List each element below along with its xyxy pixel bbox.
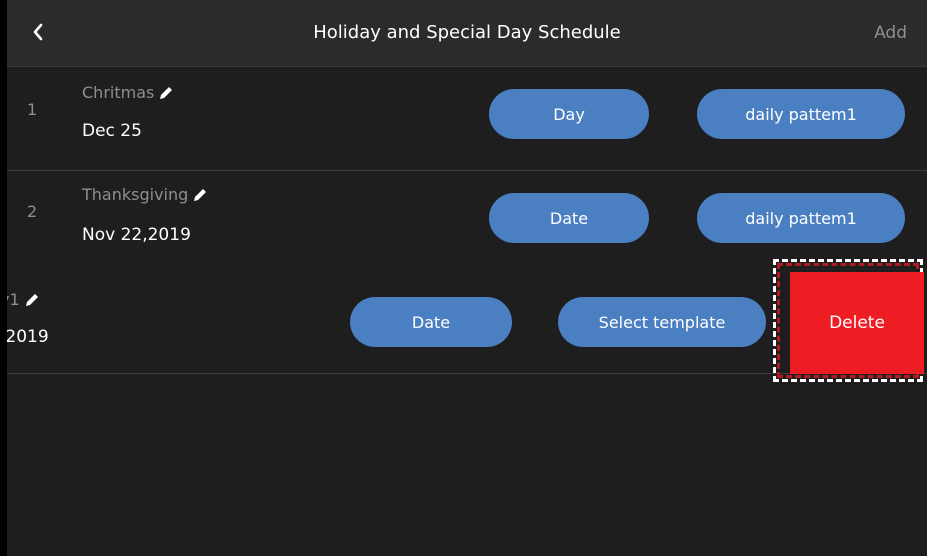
pencil-icon[interactable] [192, 187, 208, 203]
holiday-name-label: y1 [7, 290, 20, 309]
holiday-name-label: Chritmas [82, 83, 155, 102]
holiday-date: ,2019 [7, 327, 49, 347]
pattern-button[interactable]: daily pattem1 [697, 89, 905, 139]
add-button[interactable]: Add [874, 0, 907, 66]
pencil-icon[interactable] [24, 292, 40, 308]
schedule-row-swiped: y1 ,2019 Date Select template [7, 270, 927, 374]
holiday-date: Nov 22,2019 [82, 225, 191, 245]
schedule-row: 1 Chritmas Dec 25 Day daily pattem1 [7, 67, 927, 171]
schedule-row: 2 Thanksgiving Nov 22,2019 Date daily pa… [7, 171, 927, 275]
type-button[interactable]: Day [489, 89, 649, 139]
holiday-name[interactable]: Chritmas [82, 83, 174, 102]
holiday-date: Dec 25 [82, 121, 142, 141]
pattern-button[interactable]: daily pattem1 [697, 193, 905, 243]
delete-button[interactable]: Delete [790, 272, 924, 374]
header-bar: Holiday and Special Day Schedule Add [7, 0, 927, 67]
row-index: 2 [27, 202, 38, 221]
row-index: 1 [27, 100, 38, 119]
type-button[interactable]: Date [350, 297, 512, 347]
holiday-name-label: Thanksgiving [82, 185, 189, 204]
page-title: Holiday and Special Day Schedule [313, 22, 621, 43]
schedule-screen: Holiday and Special Day Schedule Add 1 C… [7, 0, 927, 556]
pencil-icon[interactable] [158, 85, 174, 101]
holiday-name[interactable]: Thanksgiving [82, 185, 208, 204]
template-button[interactable]: Select template [558, 297, 766, 347]
holiday-name[interactable]: y1 [7, 290, 40, 309]
type-button[interactable]: Date [489, 193, 649, 243]
